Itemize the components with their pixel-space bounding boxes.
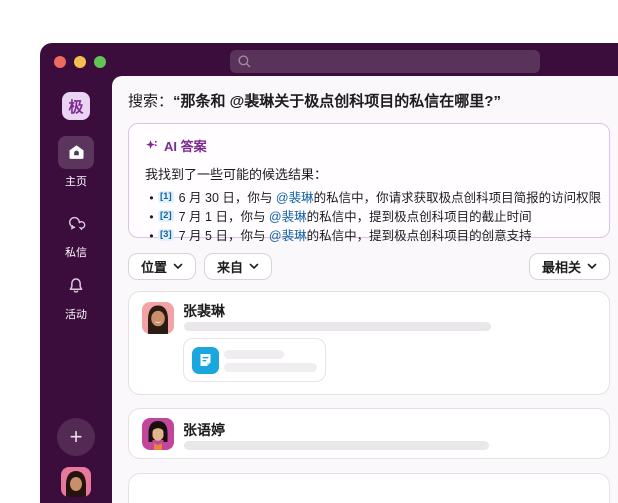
- search-query-header: 搜索：“那条和 @裴琳关于极点创科项目的私信在哪里?”: [128, 90, 501, 111]
- sidebar-item-label: 活动: [65, 309, 87, 321]
- bell-icon: [58, 269, 94, 302]
- search-icon: [237, 54, 252, 69]
- sidebar-item-home[interactable]: 主页: [40, 136, 112, 189]
- search-results-pane: 搜索：“那条和 @裴琳关于极点创科项目的私信在哪里?” AI 答案 我找到了一些…: [112, 76, 618, 503]
- ai-sparkle-icon: [145, 139, 158, 152]
- ai-answer-header: AI 答案: [145, 136, 593, 155]
- message-result-card[interactable]: 张语婷: [128, 408, 610, 459]
- citation-badge[interactable]: [2]: [158, 210, 174, 222]
- message-text-placeholder: [184, 322, 491, 331]
- zoom-window-button[interactable]: [94, 56, 106, 68]
- search-query-text: “那条和 @裴琳关于极点创科项目的私信在哪里?”: [173, 93, 501, 110]
- add-workspace-button[interactable]: +: [57, 418, 95, 456]
- citation-badge[interactable]: [1]: [158, 191, 174, 203]
- search-prefix: 搜索：: [128, 93, 174, 110]
- file-post-icon: [192, 347, 219, 374]
- avatar[interactable]: [142, 302, 174, 334]
- sidebar-item-label: 主页: [65, 176, 87, 188]
- message-sender-name[interactable]: 张裴琳: [183, 301, 225, 321]
- attachment-title-placeholder: [224, 350, 284, 359]
- sidebar-item-label: 私信: [65, 247, 87, 259]
- message-result-card[interactable]: 张裴琳: [128, 291, 610, 395]
- filter-location-button[interactable]: 位置: [128, 253, 197, 280]
- message-result-card-partial[interactable]: [128, 473, 610, 503]
- ai-result-text: 7 月 5 日，你与 @裴琳的私信中，提到极点创科项目的创意支持: [178, 229, 532, 243]
- sidebar-item-activity[interactable]: 活动: [40, 269, 112, 322]
- attachment-card[interactable]: [183, 338, 326, 382]
- ai-result-item: • [3] 7 月 5 日，你与 @裴琳的私信中，提到极点创科项目的创意支持: [145, 227, 593, 246]
- minimize-window-button[interactable]: [74, 56, 86, 68]
- chevron-down-icon: [587, 263, 597, 270]
- ai-result-text: 7 月 1 日，你与 @裴琳的私信中，提到极点创科项目的截止时间: [178, 210, 532, 224]
- filter-row: 位置 来自 最相关: [128, 253, 610, 280]
- ai-answer-intro: 我找到了一些可能的候选结果：: [145, 167, 328, 182]
- filter-from-button[interactable]: 来自: [204, 253, 273, 280]
- app-window: 极 主页 私信 活动 + 搜索：“那条和 @裴琳关于极点创科项目的私信在哪里?”…: [40, 43, 618, 503]
- chevron-down-icon: [249, 263, 259, 270]
- mention-link[interactable]: @裴琳: [276, 191, 314, 205]
- close-window-button[interactable]: [54, 56, 66, 68]
- ai-answer-title: AI 答案: [164, 139, 207, 154]
- bullet-dot: •: [149, 210, 154, 224]
- title-bar: [40, 43, 618, 76]
- traffic-lights: [54, 56, 106, 68]
- bullet-dot: •: [149, 191, 154, 205]
- ai-result-item: • [1] 6 月 30 日，你与 @裴琳的私信中，你请求获取极点创科项目简报的…: [145, 189, 601, 208]
- message-text-placeholder: [184, 441, 489, 450]
- user-avatar[interactable]: [61, 467, 91, 497]
- ai-answer-results: • [1] 6 月 30 日，你与 @裴琳的私信中，你请求获取极点创科项目简报的…: [145, 189, 601, 246]
- sidebar-item-dms[interactable]: 私信: [40, 207, 112, 260]
- attachment-meta-placeholder: [224, 363, 317, 372]
- ai-result-item: • [2] 7 月 1 日，你与 @裴琳的私信中，提到极点创科项目的截止时间: [145, 208, 593, 227]
- bullet-dot: •: [149, 229, 154, 243]
- home-icon: [58, 136, 94, 169]
- sort-relevance-button[interactable]: 最相关: [528, 253, 610, 280]
- citation-badge[interactable]: [3]: [158, 229, 174, 241]
- dm-icon: [58, 207, 94, 240]
- ai-answer-card: AI 答案 我找到了一些可能的候选结果： • [1] 6 月 30 日，你与 @…: [128, 123, 610, 243]
- message-sender-name[interactable]: 张语婷: [183, 420, 225, 440]
- workspace-sidebar: 极 主页 私信 活动 +: [40, 76, 112, 503]
- top-search-bar[interactable]: [230, 50, 540, 73]
- workspace-logo[interactable]: 极: [62, 92, 90, 120]
- chevron-down-icon: [173, 263, 183, 270]
- ai-result-text: 6 月 30 日，你与 @裴琳的私信中，你请求获取极点创科项目简报的访问权限: [178, 191, 602, 205]
- mention-link[interactable]: @裴琳: [269, 229, 307, 243]
- avatar[interactable]: [142, 418, 174, 450]
- mention-link[interactable]: @裴琳: [269, 210, 307, 224]
